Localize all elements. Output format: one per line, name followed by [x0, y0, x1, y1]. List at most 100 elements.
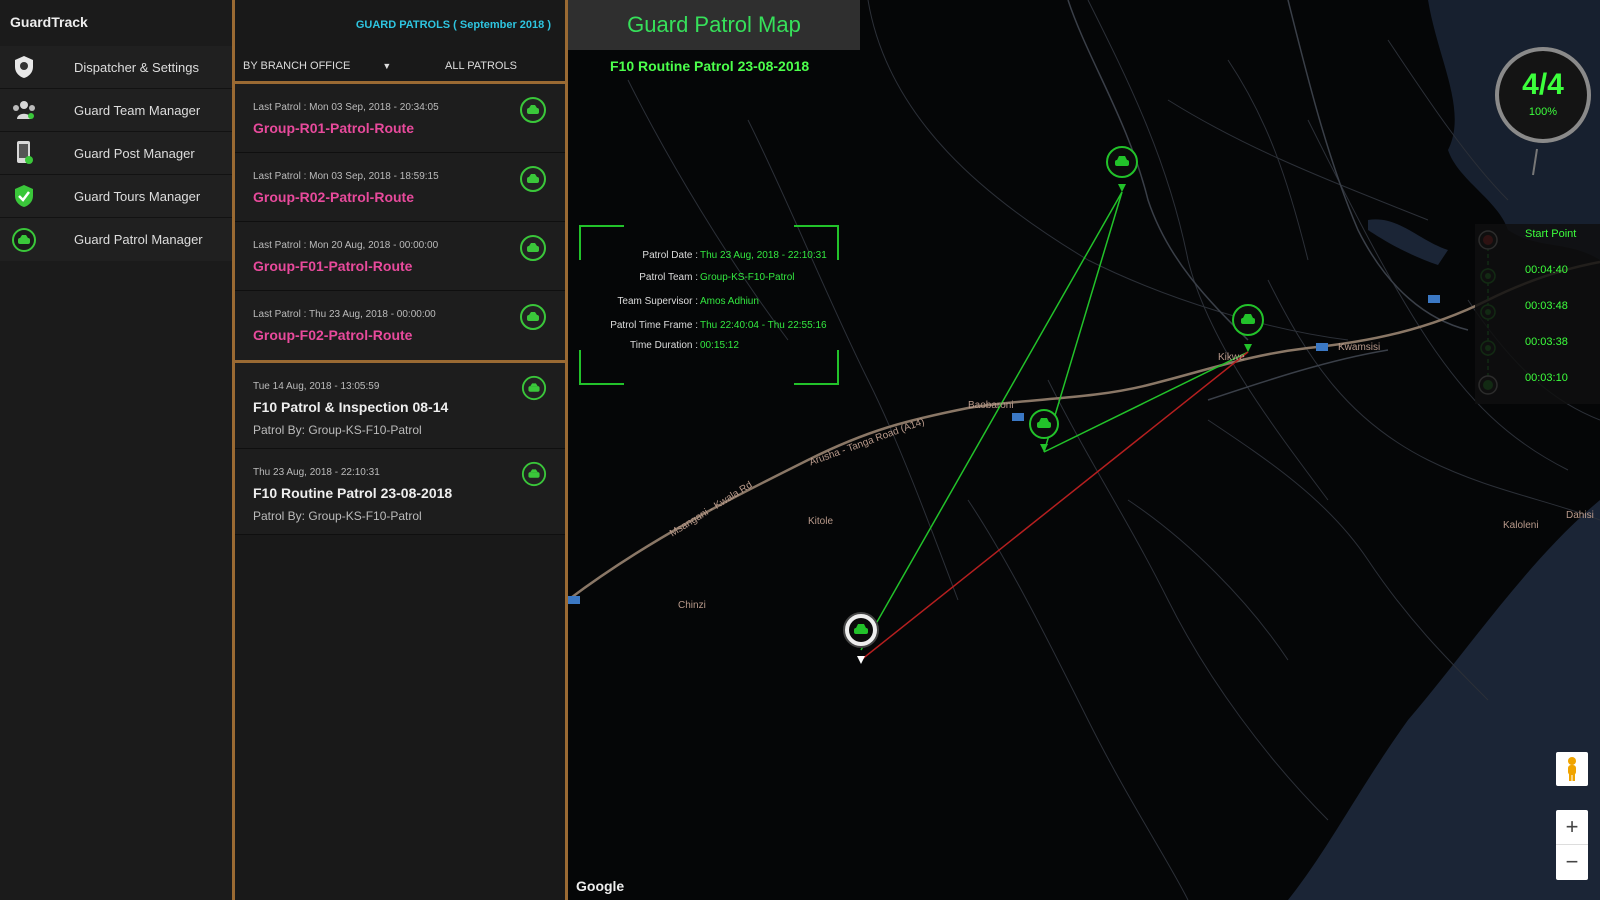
branch-office-label: BY BRANCH OFFICE — [243, 60, 351, 72]
google-logo: Google — [576, 878, 625, 894]
route-last-patrol: Last Patrol : Mon 03 Sep, 2018 - 18:59:1… — [253, 171, 439, 182]
all-patrols-filter[interactable]: ALL PATROLS — [445, 60, 517, 72]
sidebar-item-patrol[interactable]: Guard Patrol Manager — [0, 218, 232, 261]
street-view-pegman[interactable] — [1556, 752, 1588, 786]
info-value: 00:15:12 — [700, 340, 739, 351]
info-value: Amos Adhiun — [700, 296, 759, 307]
zoom-in-button[interactable]: + — [1556, 810, 1588, 845]
info-key: Patrol Date : — [642, 250, 698, 261]
place-label: Kikwe — [1218, 352, 1245, 363]
timeline-label: 00:03:38 — [1525, 336, 1568, 348]
place-label: Dahisi — [1566, 510, 1594, 521]
patrol-car-icon[interactable] — [519, 303, 547, 336]
dropdown-arrow-icon: ▼ — [382, 61, 392, 71]
sidebar-item-dispatcher[interactable]: Dispatcher & Settings — [0, 46, 232, 89]
timeline-label: 00:03:48 — [1525, 300, 1568, 312]
sea-area — [1288, 500, 1600, 900]
shield-check-icon — [0, 184, 48, 208]
shield-icon — [0, 55, 48, 79]
place-label: Kitole — [808, 516, 834, 527]
map-title: Guard Patrol Map — [568, 0, 860, 50]
route-last-patrol: Last Patrol : Mon 20 Aug, 2018 - 00:00:0… — [253, 240, 439, 251]
timeline-label: 00:03:10 — [1525, 372, 1568, 384]
route-item[interactable]: Last Patrol : Mon 03 Sep, 2018 - 20:34:0… — [235, 84, 565, 153]
info-key: Team Supervisor : — [617, 296, 698, 307]
sidebar-item-team[interactable]: Guard Team Manager — [0, 89, 232, 132]
zoom-out-button[interactable]: − — [1556, 845, 1588, 880]
route-name: Group-R01-Patrol-Route — [253, 120, 414, 136]
sidebar-item-label: Guard Post Manager — [74, 145, 195, 161]
map-canvas[interactable] — [568, 0, 1600, 900]
place-label: Baobaroni — [968, 400, 1014, 411]
sidebar-item-tours[interactable]: Guard Tours Manager — [0, 175, 232, 218]
app-brand: GuardTrack — [10, 14, 88, 30]
patrol-car-icon[interactable] — [519, 165, 547, 198]
patrol-path-line — [860, 191, 1123, 651]
place-label: Kaloleni — [1503, 520, 1539, 531]
patrol-panel: GUARD PATROLS ( September 2018 ) BY BRAN… — [232, 0, 568, 900]
patrol-date: Tue 14 Aug, 2018 - 13:05:59 — [253, 381, 380, 392]
info-value: Group-KS-F10-Patrol — [700, 272, 795, 283]
patrol-info-box: Patrol Date : Thu 23 Aug, 2018 - 22:10:31… — [588, 226, 854, 384]
inlet-area — [1368, 219, 1448, 265]
patrol-history-item[interactable]: Tue 14 Aug, 2018 - 13:05:59 F10 Patrol &… — [235, 363, 565, 449]
place-label: Kwamsisi — [1338, 342, 1381, 353]
info-key: Patrol Team : — [639, 272, 698, 283]
checkpoint-timeline: Start Point 00:04:40 00:03:48 00:03:38 0… — [1475, 224, 1600, 404]
timeline-label: 00:04:40 — [1525, 264, 1568, 276]
patrol-car-icon[interactable] — [521, 461, 547, 492]
patrol-by: Patrol By: Group-KS-F10-Patrol — [253, 423, 422, 437]
patrol-name: F10 Routine Patrol 23-08-2018 — [253, 485, 453, 501]
patrol-car-icon[interactable] — [519, 234, 547, 267]
pegman-icon — [1568, 757, 1576, 781]
main-streets — [1067, 0, 1469, 401]
patrol-car-icon[interactable] — [521, 375, 547, 406]
map-subtitle: F10 Routine Patrol 23-08-2018 — [610, 58, 810, 74]
patrol-map[interactable]: Guard Patrol Map F10 Routine Patrol 23-0… — [568, 0, 1600, 900]
sidebar-item-label: Guard Team Manager — [74, 102, 201, 118]
info-key: Time Duration : — [630, 340, 698, 351]
patrol-date: Thu 23 Aug, 2018 - 22:10:31 — [253, 467, 380, 478]
road-shield — [1316, 343, 1328, 351]
info-value: Thu 22:40:04 - Thu 22:55:16 — [700, 320, 827, 331]
panel-title: GUARD PATROLS ( September 2018 ) — [355, 19, 551, 31]
road-shield — [568, 596, 580, 604]
gauge-value: 4/4 — [1522, 68, 1564, 101]
route-item[interactable]: Last Patrol : Thu 23 Aug, 2018 - 00:00:0… — [235, 291, 565, 360]
gauge-percent: 100% — [1528, 106, 1558, 118]
timeline-label: Start Point — [1525, 228, 1577, 240]
route-last-patrol: Last Patrol : Thu 23 Aug, 2018 - 00:00:0… — [253, 309, 436, 320]
phone-icon — [0, 140, 48, 166]
patrol-path-line — [1043, 191, 1123, 453]
branch-office-dropdown[interactable]: BY BRANCH OFFICE ▼ — [243, 60, 391, 72]
sidebar: GuardTrack Dispatcher & Settings Guard T… — [0, 0, 232, 900]
team-icon — [0, 99, 48, 121]
patrol-history-item[interactable]: Thu 23 Aug, 2018 - 22:10:31 F10 Routine … — [235, 449, 565, 535]
checkpoint-marker — [1232, 304, 1264, 352]
start-point-marker — [843, 612, 879, 664]
sidebar-item-label: Guard Patrol Manager — [74, 232, 203, 247]
sidebar-item-label: Dispatcher & Settings — [74, 59, 200, 75]
patrol-car-icon[interactable] — [519, 96, 547, 129]
info-key: Patrol Time Frame : — [610, 320, 698, 331]
patrol-name: F10 Patrol & Inspection 08-14 — [253, 399, 449, 415]
road-shield — [1012, 413, 1024, 421]
checkpoint-marker — [1029, 409, 1059, 452]
route-list: Last Patrol : Mon 03 Sep, 2018 - 20:34:0… — [235, 84, 565, 363]
route-name: Group-R02-Patrol-Route — [253, 189, 414, 205]
sidebar-item-label: Guard Tours Manager — [74, 188, 201, 204]
patrol-path-line — [1043, 351, 1249, 453]
patrol-by: Patrol By: Group-KS-F10-Patrol — [253, 509, 422, 523]
panel-header: GUARD PATROLS ( September 2018 ) BY BRAN… — [235, 0, 565, 84]
route-name: Group-F01-Patrol-Route — [253, 258, 413, 274]
info-value: Thu 23 Aug, 2018 - 22:10:31 — [700, 250, 827, 261]
sidebar-item-post[interactable]: Guard Post Manager — [0, 132, 232, 175]
patrol-car-icon — [0, 227, 48, 253]
route-name: Group-F02-Patrol-Route — [253, 327, 413, 343]
checkpoint-marker — [1106, 146, 1138, 192]
route-item[interactable]: Last Patrol : Mon 03 Sep, 2018 - 18:59:1… — [235, 153, 565, 222]
road-shield — [1428, 295, 1440, 303]
route-item[interactable]: Last Patrol : Mon 20 Aug, 2018 - 00:00:0… — [235, 222, 565, 291]
place-label: Chinzi — [678, 600, 706, 611]
route-last-patrol: Last Patrol : Mon 03 Sep, 2018 - 20:34:0… — [253, 102, 439, 113]
